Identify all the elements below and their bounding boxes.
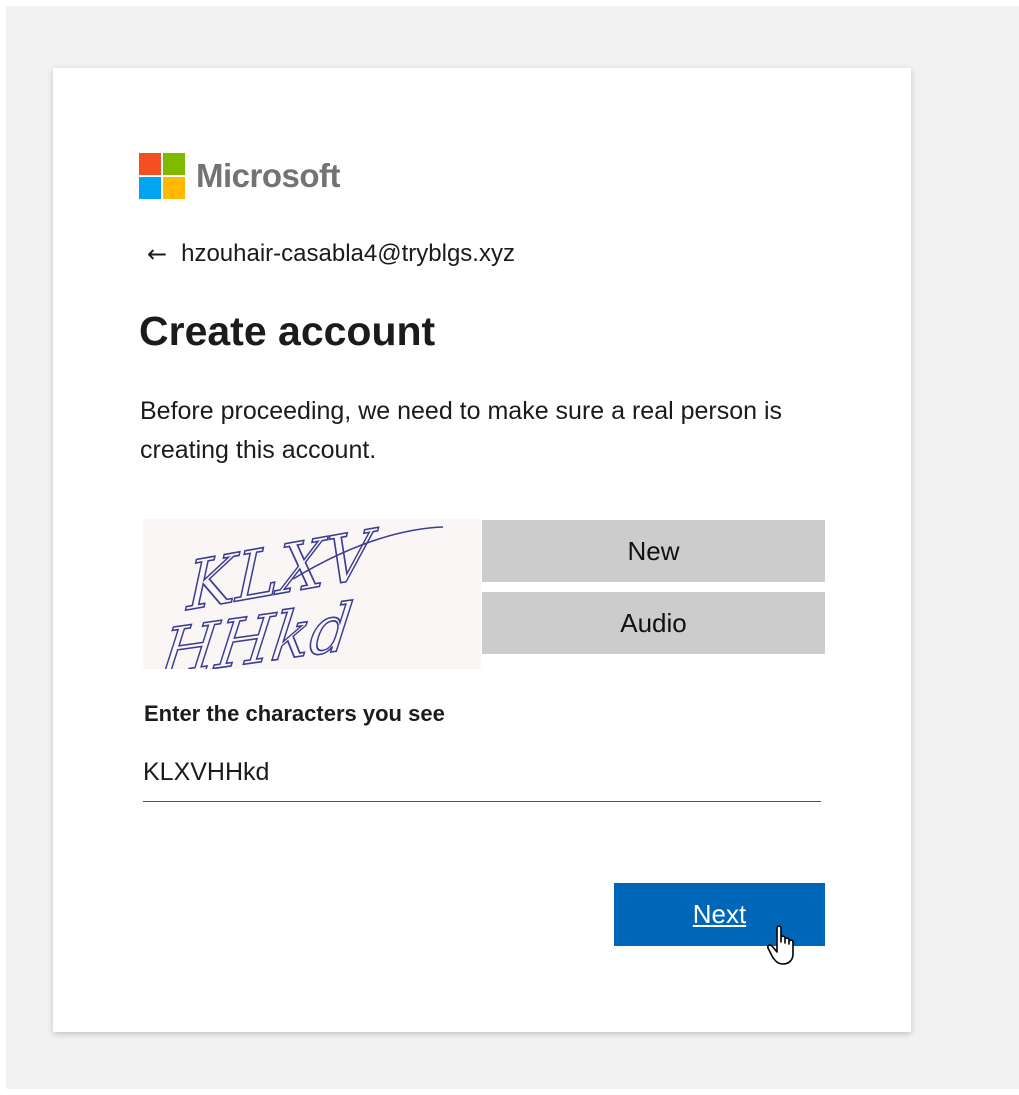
back-to-email-link[interactable]: ← hzouhair-casabla4@tryblgs.xyz bbox=[147, 240, 515, 268]
page-title: Create account bbox=[139, 308, 436, 354]
new-captcha-button[interactable]: New bbox=[482, 520, 825, 582]
hand-pointer-shape bbox=[767, 925, 794, 965]
brand-name: Microsoft bbox=[196, 157, 341, 194]
signup-card: Microsoft ← hzouhair-casabla4@tryblgs.xy… bbox=[53, 68, 911, 1032]
logo-square-green bbox=[163, 153, 185, 175]
captcha-input[interactable] bbox=[143, 743, 821, 802]
hand-pointer-icon bbox=[767, 924, 801, 972]
microsoft-logo: Microsoft bbox=[139, 153, 341, 199]
microsoft-logo-icon bbox=[139, 153, 185, 199]
audio-captcha-button[interactable]: Audio bbox=[482, 592, 825, 654]
captcha-image: KLXV HHkd bbox=[143, 513, 481, 693]
logo-square-yellow bbox=[163, 177, 185, 199]
account-email: hzouhair-casabla4@tryblgs.xyz bbox=[181, 240, 515, 267]
logo-square-blue bbox=[139, 177, 161, 199]
page-description: Before proceeding, we need to make sure … bbox=[140, 397, 783, 464]
captcha-input-label: Enter the characters you see bbox=[144, 701, 445, 726]
logo-square-red bbox=[139, 153, 161, 175]
captcha-distorted-text: KLXV HHkd bbox=[155, 513, 444, 693]
arrow-left-icon[interactable]: ← bbox=[147, 242, 167, 266]
